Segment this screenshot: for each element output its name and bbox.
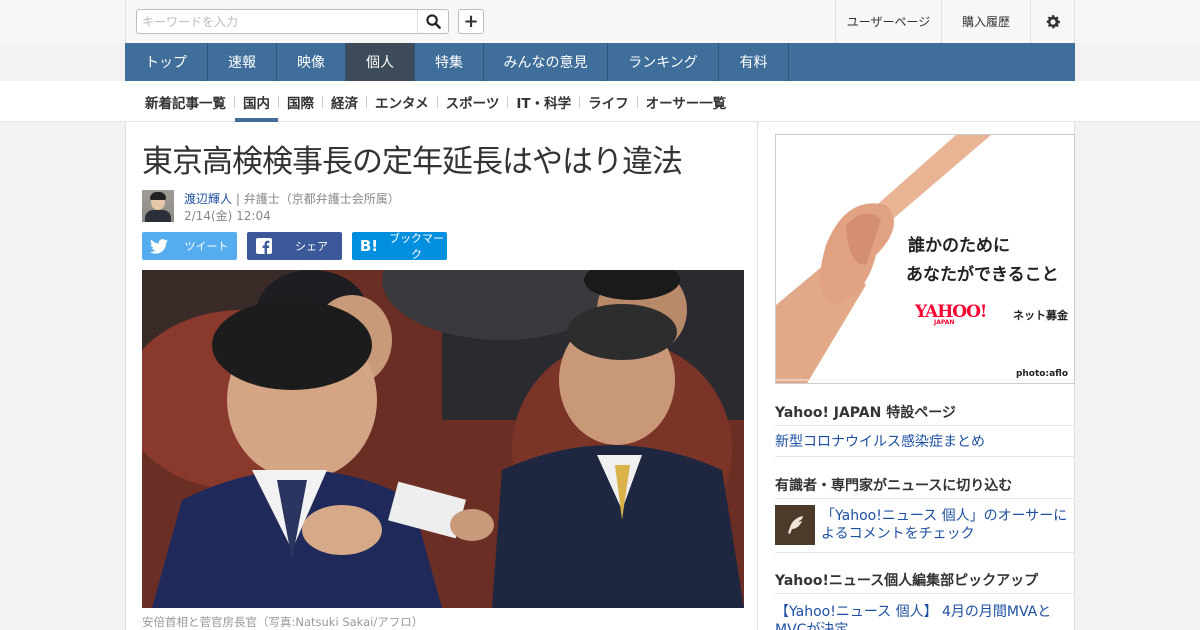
author-name-link[interactable]: 渡辺輝人: [184, 192, 232, 206]
snav-item-sports[interactable]: スポーツ: [438, 81, 508, 122]
hatena-bookmark-label: ブックマーク: [389, 232, 444, 261]
divider: [775, 593, 1075, 594]
tweet-label: ツイート: [184, 240, 229, 253]
snav-item-it-science[interactable]: IT・科学: [508, 81, 579, 122]
comment-thumbnail[interactable]: [775, 505, 815, 545]
gnav-item-feature[interactable]: 特集: [415, 43, 484, 81]
hatena-bookmark-icon: B!: [359, 237, 379, 255]
snav-item-authors[interactable]: オーサー一覧: [638, 81, 735, 122]
expert-section-title: 有識者・専門家がニュースに切り込む: [775, 478, 1013, 494]
settings-button[interactable]: [1030, 0, 1075, 43]
sub-nav-bar: 新着記事一覧 国内 国際 経済 エンタメ スポーツ IT・科学 ライフ オーサー…: [0, 81, 1200, 122]
expert-comment-link[interactable]: 「Yahoo!ニュース 個人」のオーサーによるコメントをチェック: [821, 507, 1071, 543]
divider: [775, 456, 1075, 457]
gnav-item-video[interactable]: 映像: [277, 43, 346, 81]
search-icon: [425, 14, 441, 29]
gnav-item-top[interactable]: トップ: [125, 43, 208, 81]
facebook-share-button[interactable]: シェア: [247, 232, 342, 260]
top-bar-inner: + ユーザーページ 購入履歴: [125, 0, 1075, 43]
sub-nav: 新着記事一覧 国内 国際 経済 エンタメ スポーツ IT・科学 ライフ オーサー…: [137, 81, 734, 122]
yahoo-logo-sub: JAPAN: [934, 319, 955, 326]
article-photo: [142, 270, 744, 608]
charity-ad-banner[interactable]: 誰かのために あなたができること YAHOO! JAPAN ネット募金 phot…: [775, 134, 1075, 384]
search-input[interactable]: [137, 10, 417, 33]
divider: [775, 498, 1075, 499]
gnav-item-paid[interactable]: 有料: [719, 43, 789, 81]
search-box: [136, 9, 449, 34]
feather-pen-icon: [788, 516, 803, 534]
divider: [775, 425, 1075, 426]
purchase-history-link[interactable]: 購入履歴: [941, 0, 1030, 43]
article-title: 東京高検検事長の定年延長はやはり違法: [142, 144, 683, 180]
photo-caption: 安倍首相と菅官房長官（写真:Natsuki Sakai/アフロ）: [142, 615, 424, 629]
pickup-section-title: Yahoo!ニュース個人編集部ピックアップ: [775, 573, 1039, 589]
gear-icon: [1046, 14, 1061, 28]
pickup-link[interactable]: 【Yahoo!ニュース 個人】 4月の月間MVAとMVCが決定: [775, 603, 1075, 630]
top-bar: + ユーザーページ 購入履歴: [0, 0, 1200, 43]
user-page-link[interactable]: ユーザーページ: [835, 0, 941, 43]
snav-item-latest[interactable]: 新着記事一覧: [137, 81, 234, 122]
special-page-link[interactable]: 新型コロナウイルス感染症まとめ: [775, 431, 1075, 451]
snav-item-international[interactable]: 国際: [279, 81, 322, 122]
add-button[interactable]: +: [458, 9, 484, 34]
ad-photo-credit: photo:aflo: [1015, 369, 1068, 379]
article-main: 東京高検検事長の定年延長はやはり違法 渡辺輝人 | 弁護士（京都弁護士会所属） …: [125, 122, 758, 630]
snav-item-life[interactable]: ライフ: [580, 81, 637, 122]
article-date: 2/14(金) 12:04: [184, 209, 271, 223]
special-section-title: Yahoo! JAPAN 特設ページ: [775, 405, 956, 421]
gnav-item-individual[interactable]: 個人: [346, 43, 415, 81]
search-button[interactable]: [417, 10, 448, 33]
hatena-bookmark-button[interactable]: B! ブックマーク: [352, 232, 447, 261]
divider: [775, 552, 1075, 553]
facebook-share-label: シェア: [295, 240, 328, 253]
ad-headline-2: あなたができること: [906, 265, 1059, 285]
gnav-item-opinion[interactable]: みんなの意見: [484, 43, 608, 81]
gnav-item-ranking[interactable]: ランキング: [608, 43, 719, 81]
facebook-icon: [247, 232, 281, 260]
snav-item-domestic[interactable]: 国内: [235, 81, 278, 122]
twitter-icon: [142, 232, 176, 260]
gnav-item-flash[interactable]: 速報: [208, 43, 277, 81]
sidebar: 誰かのために あなたができること YAHOO! JAPAN ネット募金 phot…: [758, 122, 1075, 630]
global-nav: トップ 速報 映像 個人 特集 みんなの意見 ランキング 有料: [125, 43, 1075, 81]
author-avatar[interactable]: [142, 190, 174, 222]
author-title: | 弁護士（京都弁護士会所属）: [232, 192, 400, 206]
ad-headline-1: 誰かのために: [908, 236, 1010, 256]
author-byline: 渡辺輝人 | 弁護士（京都弁護士会所属）: [184, 190, 400, 207]
tweet-button[interactable]: ツイート: [142, 232, 237, 260]
ad-service-name: ネット募金: [1013, 309, 1068, 322]
snav-item-economy[interactable]: 経済: [323, 81, 366, 122]
snav-item-entertainment[interactable]: エンタメ: [367, 81, 437, 122]
